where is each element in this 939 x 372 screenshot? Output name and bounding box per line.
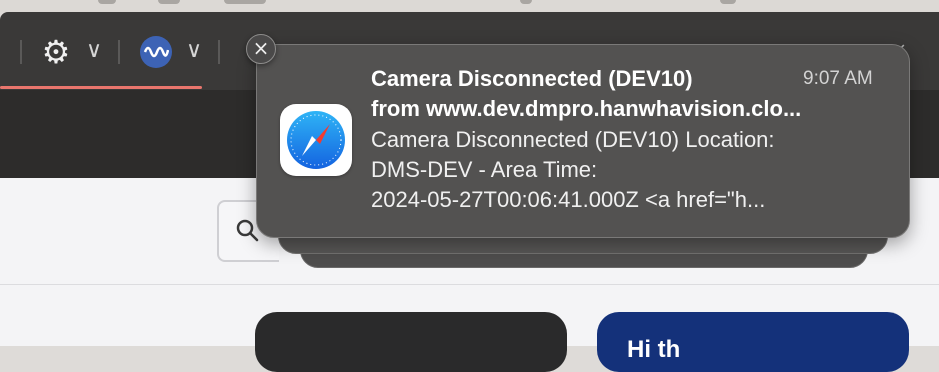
safari-compass-icon xyxy=(280,104,352,176)
tab-fragment xyxy=(98,0,116,4)
dark-card[interactable] xyxy=(255,312,567,372)
tab-fragment xyxy=(720,0,736,4)
notification-close-button[interactable]: × xyxy=(246,34,276,64)
chevron-down-icon[interactable]: ∨ xyxy=(186,38,202,63)
greeting-card-text: Hi th xyxy=(627,336,681,363)
wave-icon[interactable] xyxy=(140,36,172,68)
toolbar-separator xyxy=(20,40,22,64)
tab-fragment xyxy=(158,0,180,4)
gear-icon: ⚙ xyxy=(41,34,71,70)
chevron-down-icon[interactable]: ∨ xyxy=(86,38,102,63)
notification-body-line: DMS-DEV - Area Time: xyxy=(371,157,598,182)
notification-title: Camera Disconnected (DEV10) xyxy=(371,66,693,91)
toolbar-separator xyxy=(218,40,220,64)
notification-time: 9:07 AM xyxy=(803,68,873,89)
greeting-card[interactable]: Hi th xyxy=(597,312,909,372)
close-icon: × xyxy=(252,36,270,60)
notification-subtitle: from www.dev.dmpro.hanwhavision.clo... xyxy=(371,96,802,121)
toolbar-separator xyxy=(118,40,120,64)
divider xyxy=(0,284,939,285)
notification-body-line: Camera Disconnected (DEV10) Location: xyxy=(371,127,775,152)
notification-body-line: 2024-05-27T00:06:41.000Z <a href="h... xyxy=(371,187,766,212)
os-top-strip xyxy=(0,0,939,12)
tab-fragment xyxy=(520,0,532,4)
extension-gear-button[interactable]: ⚙ xyxy=(40,36,72,68)
page-loading-bar xyxy=(0,86,202,89)
tab-fragment xyxy=(224,0,266,4)
